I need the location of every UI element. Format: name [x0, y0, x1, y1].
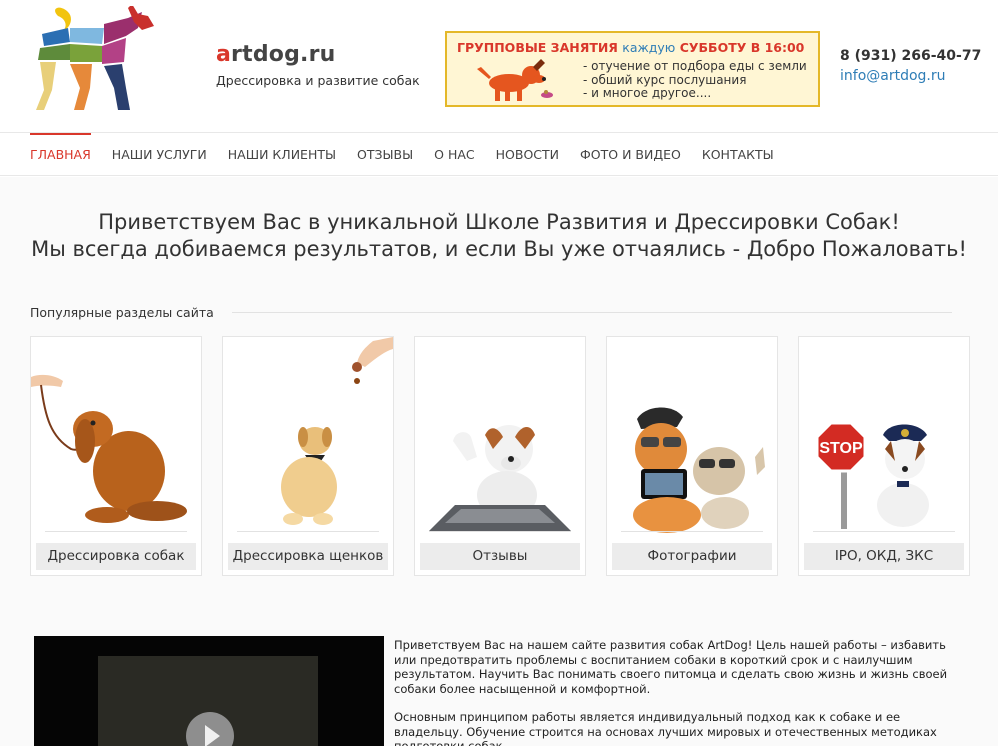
group-classes-promo[interactable]: ГРУППОВЫЕ ЗАНЯТИЯ каждую СУББОТУ В 16:00…: [445, 31, 820, 107]
promo-list: - отучение от подбора еды с земли - обши…: [583, 59, 807, 101]
svg-text:STOP: STOP: [819, 440, 863, 457]
about-text: Приветствуем Вас на нашем сайте развития…: [394, 638, 964, 746]
promo-list-item: - отучение от подбора еды с земли: [583, 59, 807, 73]
brand-tagline: Дрессировка и развитие собак: [216, 73, 420, 88]
nav-item-contacts[interactable]: КОНТАКТЫ: [702, 133, 774, 177]
popular-card-dog-training[interactable]: Дрессировка собак: [30, 336, 202, 576]
nav-item-services[interactable]: НАШИ УСЛУГИ: [112, 133, 207, 177]
welcome-line-1: Приветствуем Вас в уникальной Школе Разв…: [98, 210, 900, 234]
puzzle-dog-logo-icon[interactable]: [30, 6, 170, 118]
puppy-treat-image: [281, 337, 393, 525]
popular-card-reviews[interactable]: Отзывы: [414, 336, 586, 576]
welcome-line-2: Мы всегда добиваемся результатов, и если…: [31, 237, 967, 261]
card-divider: [237, 531, 379, 532]
intro-video-player[interactable]: [34, 636, 384, 746]
card-label[interactable]: IPO, ОКД, ЗКС: [804, 543, 964, 570]
card-divider: [429, 531, 571, 532]
brand-name[interactable]: artdog.ru: [216, 42, 420, 67]
promo-title-end: СУББОТУ В 16:00: [679, 40, 805, 55]
popular-sections-title: Популярные разделы сайта: [30, 305, 214, 320]
brand-rest: rtdog.ru: [231, 42, 336, 67]
popular-card-ipo[interactable]: STOP IPO, ОКД, ЗКС: [798, 336, 970, 576]
dog-cat-selfie-image: [633, 407, 765, 533]
cartoon-dog-icon: [477, 59, 553, 101]
nav-item-clients[interactable]: НАШИ КЛИЕНТЫ: [228, 133, 336, 177]
card-divider: [813, 531, 955, 532]
about-paragraph-1: Приветствуем Вас на нашем сайте развития…: [394, 638, 948, 696]
promo-list-item: - обший курс послушания: [583, 72, 747, 87]
nav-item-home[interactable]: ГЛАВНАЯ: [30, 133, 91, 177]
dog-keyboard-image: [429, 425, 571, 531]
site-header: artdog.ru Дрессировка и развитие собак Г…: [0, 0, 998, 132]
promo-title: ГРУППОВЫЕ ЗАНЯТИЯ каждую СУББОТУ В 16:00: [457, 40, 804, 55]
main-content: Приветствуем Вас в уникальной Школе Разв…: [0, 177, 998, 746]
main-navigation: ГЛАВНАЯ НАШИ УСЛУГИ НАШИ КЛИЕНТЫ ОТЗЫВЫ …: [0, 132, 998, 176]
welcome-heading: Приветствуем Вас в уникальной Школе Разв…: [0, 209, 998, 263]
email-link[interactable]: info@artdog.ru: [840, 68, 981, 84]
card-divider: [621, 531, 763, 532]
promo-list-item: - и многое другое....: [583, 86, 712, 100]
section-divider: [232, 312, 952, 313]
card-label[interactable]: Фотографии: [612, 543, 772, 570]
contacts-block: 8 (931) 266-40-77 info@artdog.ru: [840, 48, 981, 84]
promo-title-mid: каждую: [622, 40, 676, 55]
phone-number[interactable]: 8 (931) 266-40-77: [840, 48, 981, 64]
about-paragraph-2: Основным принципом работы является индив…: [394, 710, 937, 746]
card-divider: [45, 531, 187, 532]
police-dog-stop-sign-image: STOP: [815, 421, 929, 529]
popular-card-puppy-training[interactable]: Дрессировка щенков: [222, 336, 394, 576]
nav-item-reviews[interactable]: ОТЗЫВЫ: [357, 133, 413, 177]
card-label[interactable]: Дрессировка собак: [36, 543, 196, 570]
promo-title-start: ГРУППОВЫЕ ЗАНЯТИЯ: [457, 40, 618, 55]
card-label[interactable]: Дрессировка щенков: [228, 543, 388, 570]
nav-item-photo-video[interactable]: ФОТО И ВИДЕО: [580, 133, 681, 177]
nav-item-news[interactable]: НОВОСТИ: [496, 133, 559, 177]
brand-first-letter: a: [216, 42, 232, 67]
card-label[interactable]: Отзывы: [420, 543, 580, 570]
brand-block[interactable]: artdog.ru Дрессировка и развитие собак: [216, 42, 420, 88]
spaniel-on-leash-image: [31, 374, 187, 523]
popular-card-photos[interactable]: Фотографии: [606, 336, 778, 576]
nav-item-about[interactable]: О НАС: [434, 133, 475, 177]
